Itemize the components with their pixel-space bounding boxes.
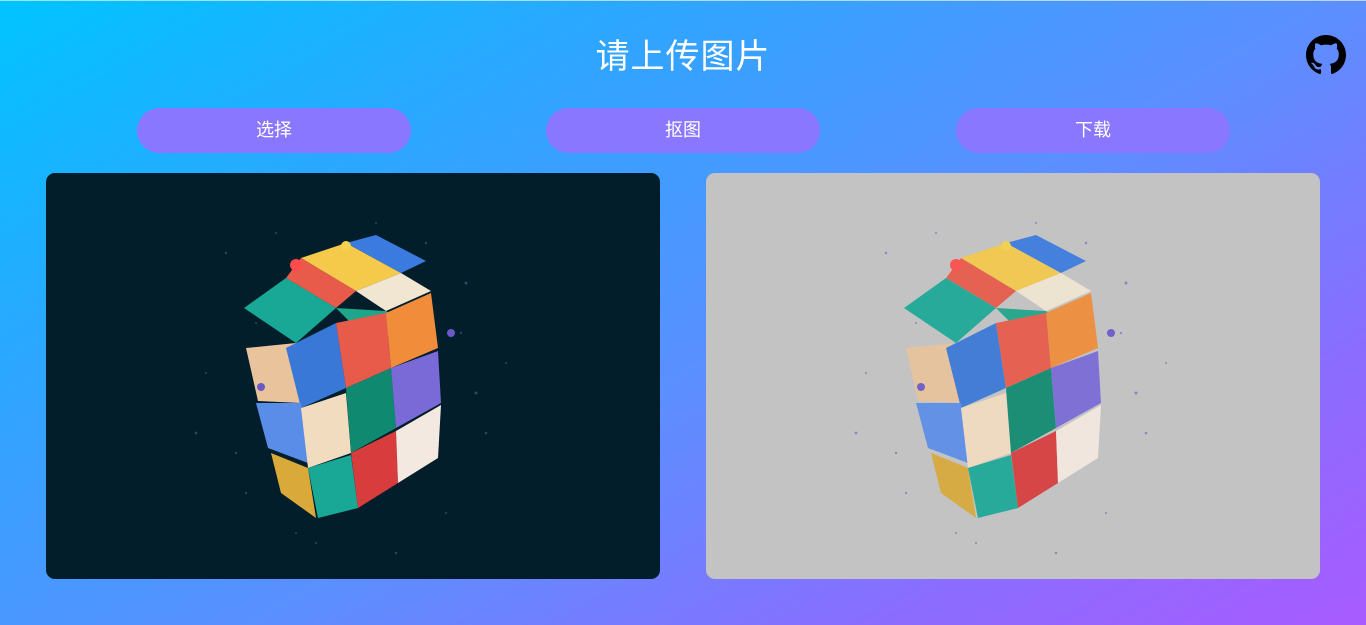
page-title: 请上传图片 [595,37,771,77]
github-icon[interactable] [1306,35,1346,75]
result-image [854,222,1167,555]
original-image [194,222,507,555]
matting-button[interactable]: 抠图 [546,108,820,153]
select-button[interactable]: 选择 [137,108,411,153]
result-image-panel [706,173,1320,579]
cube-illustration [904,235,1115,518]
cube-illustration [244,235,455,518]
original-image-panel [46,173,660,579]
download-button[interactable]: 下载 [956,108,1230,153]
top-border [0,0,1366,1]
